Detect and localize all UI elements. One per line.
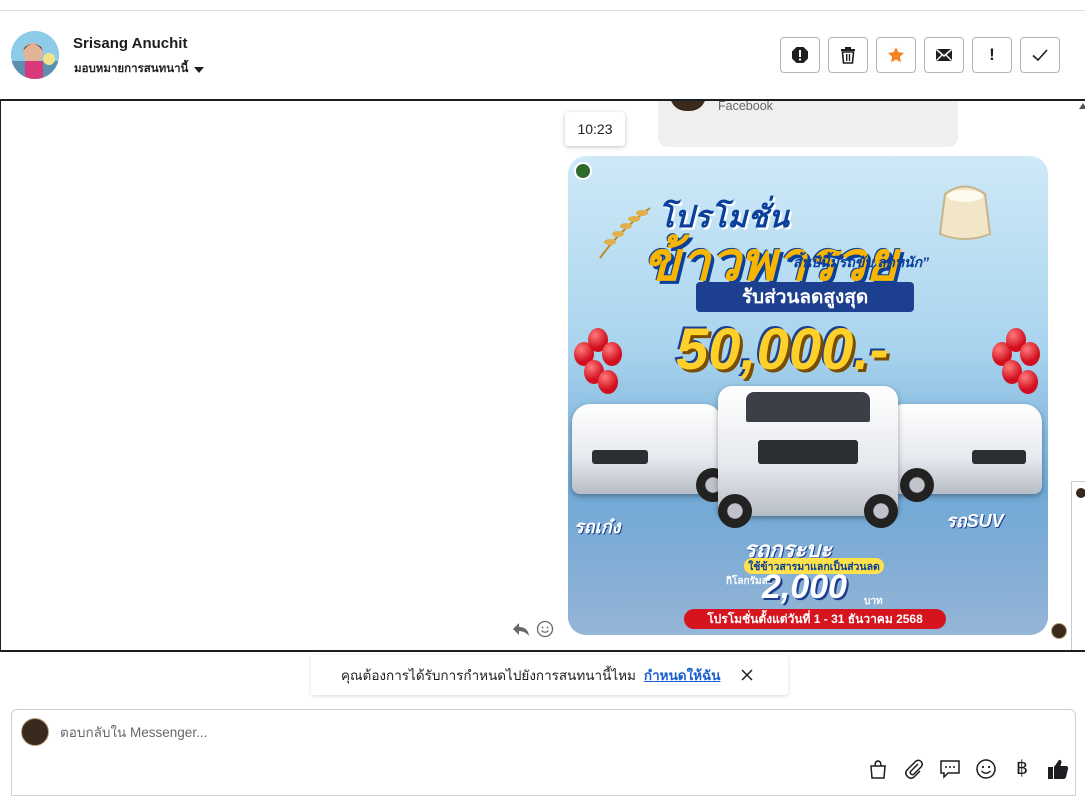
promo-tagline: “สิ้นปีนี้มีรถขับ ลดหนัก” [786,254,930,270]
delete-button[interactable] [828,37,868,73]
composer-tools: ฿ [867,757,1069,780]
spam-button[interactable] [780,37,820,73]
saved-reply-icon[interactable] [939,758,961,780]
baht-label: บาท [864,596,883,607]
message-source: Facebook [718,99,773,113]
reply-composer: ฿ [11,709,1076,796]
assign-to-me-link[interactable]: กำหนดให้ฉัน [644,664,721,686]
rice-stalk-icon [599,207,651,259]
promo-price: 2,000 [762,568,848,606]
promo-image-message[interactable]: โปรโมชั่น ข้าวพารวย “สิ้นปีนี้มีรถขับ ลด… [568,156,1048,635]
caret-down-icon [194,66,205,73]
label-suv: รถSUV [946,511,1004,531]
wheel-icon [864,494,898,528]
avatar-photo-icon [11,31,59,79]
reply-icon[interactable] [512,620,530,638]
balloon-icon [598,370,618,394]
assign-dropdown[interactable]: มอบหมายการสนทนานี้ [74,60,205,78]
rice-sack-icon [938,185,992,240]
assign-label: มอบหมายการสนทนานี้ [74,63,189,75]
wheel-icon [718,494,752,528]
assign-prompt: คุณต้องการได้รับการกำหนดไปยังการสนทนานี้… [311,655,788,695]
promo-band: รับส่วนลดสูงสุด [696,282,914,312]
check-icon [1032,49,1048,62]
spam-icon [792,47,808,63]
windshield [746,392,870,422]
paperclip-icon[interactable] [903,758,925,780]
balloon-icon [602,342,622,366]
like-icon[interactable] [1047,758,1069,780]
page-avatar [21,718,49,746]
assign-prompt-message: คุณต้องการได้รับการกำหนดไปยังการสนทนานี้… [341,668,636,683]
sender-avatar [1051,623,1067,639]
panel-avatar-icon [1076,488,1085,498]
follow-up-button[interactable]: ! [972,37,1012,73]
trash-icon [841,47,855,64]
mail-icon [936,48,952,61]
scroll-up-arrow-icon[interactable] [1079,103,1085,109]
message-actions [512,620,554,638]
previous-message-card[interactable]: Facebook [658,99,958,147]
wheel-icon [900,468,934,502]
baht-icon[interactable]: ฿ [1011,757,1033,780]
emoji-icon[interactable] [975,758,997,780]
star-icon [888,47,904,63]
shopping-bag-icon[interactable] [867,758,889,780]
done-button[interactable] [1020,37,1060,73]
brand-logo-icon [574,162,592,180]
user-avatar[interactable] [11,31,59,79]
side-panel-edge[interactable] [1071,481,1085,650]
label-sedan: รถเก๋ง [574,517,621,537]
mark-unread-button[interactable] [924,37,964,73]
close-icon[interactable] [739,667,755,683]
promo-amount: 50,000.- [676,317,889,382]
promo-footer: โปรโมชั่นตั้งแต่วันที่ 1 - 31 ธันวาคม 25… [684,609,946,629]
conversation-header: Srisang Anuchit มอบหมายการสนทนานี้ ! [0,11,1085,99]
page-avatar [670,101,706,111]
balloon-icon [1018,370,1038,394]
reply-input[interactable] [60,722,660,742]
exclamation-icon: ! [989,45,995,64]
message-thread[interactable]: Facebook 10:23 โปรโมชั่น ข้าวพารวย “สิ้น… [0,99,1085,652]
suv-grille [972,450,1026,464]
user-name[interactable]: Srisang Anuchit [73,35,187,52]
balloon-icon [1020,342,1040,366]
react-emoji-icon[interactable] [536,620,554,638]
star-button[interactable] [876,37,916,73]
truck-grille [758,440,858,464]
sedan-grille [592,450,648,464]
timestamp-tooltip: 10:23 [565,112,625,146]
header-actions: ! [780,37,1060,73]
